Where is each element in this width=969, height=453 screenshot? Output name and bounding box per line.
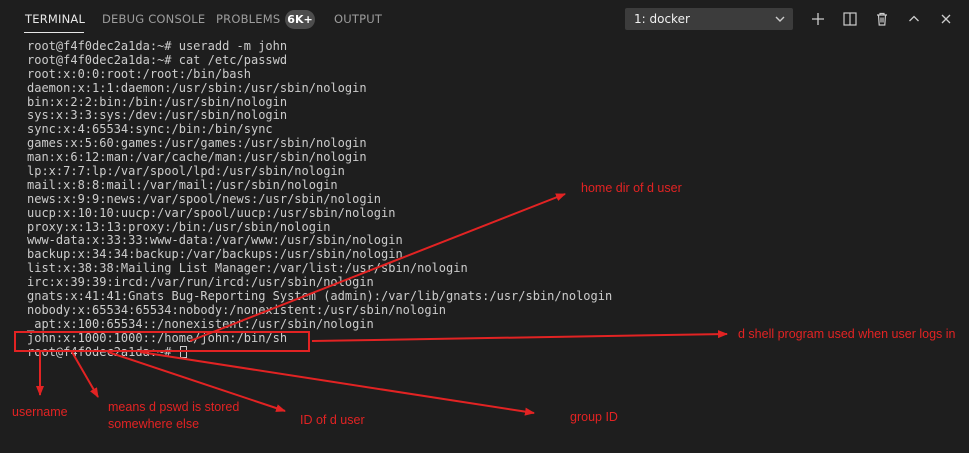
terminal-line: man:x:6:12:man:/var/cache/man:/usr/sbin/…: [27, 150, 367, 165]
terminal-line: root@f4f0dec2a1da:~# cat /etc/passwd: [27, 52, 288, 67]
annotation-password: means d pswd is stored somewhere else: [108, 400, 240, 431]
terminal-line: lp:x:7:7:lp:/var/spool/lpd:/usr/sbin/nol…: [27, 164, 345, 179]
tab-problems[interactable]: PROBLEMS: [216, 12, 280, 26]
terminal-line: news:x:9:9:news:/var/spool/news:/usr/sbi…: [27, 191, 382, 206]
terminal-line: sys:x:3:3:sys:/dev:/usr/sbin/nologin: [27, 108, 288, 123]
terminal-line: irc:x:39:39:ircd:/var/run/ircd:/usr/sbin…: [27, 275, 374, 290]
terminal-line: uucp:x:10:10:uucp:/var/spool/uucp:/usr/s…: [27, 205, 396, 220]
annotation-username: username: [12, 405, 68, 419]
annotation-group-id: group ID: [570, 410, 618, 424]
terminal-select-value: 1: docker: [634, 12, 690, 26]
terminal-line: bin:x:2:2:bin:/bin:/usr/sbin/nologin: [27, 94, 288, 109]
terminal-line: mail:x:8:8:mail:/var/mail:/usr/sbin/nolo…: [27, 177, 338, 192]
terminal-line: gnats:x:41:41:Gnats Bug-Reporting System…: [27, 289, 613, 304]
terminal-line: root:x:0:0:root:/root:/bin/bash: [27, 66, 251, 81]
add-icon[interactable]: [809, 10, 827, 28]
annotation-shell: d shell program used when user logs in: [738, 327, 956, 341]
trash-icon[interactable]: [873, 10, 891, 28]
annotation-user-id: ID of d user: [300, 413, 365, 427]
active-tab-indicator: [24, 32, 84, 33]
terminal-line: sync:x:4:65534:sync:/bin:/bin/sync: [27, 122, 273, 137]
terminal-line: www-data:x:33:33:www-data:/var/www:/usr/…: [27, 233, 403, 248]
problems-count-badge: 6K+: [285, 10, 315, 29]
terminal-line: proxy:x:13:13:proxy:/bin:/usr/sbin/nolog…: [27, 219, 331, 234]
terminal-line: daemon:x:1:1:daemon:/usr/sbin:/usr/sbin/…: [27, 80, 367, 95]
chevron-down-icon: [775, 16, 785, 22]
tab-terminal[interactable]: TERMINAL: [25, 12, 85, 26]
john-entry-highlight: [14, 331, 310, 352]
annotation-home-dir: home dir of d user: [581, 181, 682, 195]
terminal-line: games:x:5:60:games:/usr/games:/usr/sbin/…: [27, 136, 367, 151]
terminal-output[interactable]: root@f4f0dec2a1da:~# useradd -m john roo…: [27, 39, 957, 359]
terminal-line: backup:x:34:34:backup:/var/backups:/usr/…: [27, 247, 403, 262]
close-icon[interactable]: [937, 10, 955, 28]
terminal-line: root@f4f0dec2a1da:~# useradd -m john: [27, 39, 288, 53]
terminal-line: list:x:38:38:Mailing List Manager:/var/l…: [27, 261, 468, 276]
terminal-select[interactable]: 1: docker: [625, 8, 793, 30]
split-icon[interactable]: [841, 10, 859, 28]
tab-output[interactable]: OUTPUT: [334, 12, 382, 26]
tab-debug-console[interactable]: DEBUG CONSOLE: [102, 12, 205, 26]
chevron-up-icon[interactable]: [905, 10, 923, 28]
panel-tabbar: TERMINAL DEBUG CONSOLE PROBLEMS 6K+ OUTP…: [0, 0, 969, 40]
terminal-line: nobody:x:65534:65534:nobody:/nonexistent…: [27, 302, 447, 317]
